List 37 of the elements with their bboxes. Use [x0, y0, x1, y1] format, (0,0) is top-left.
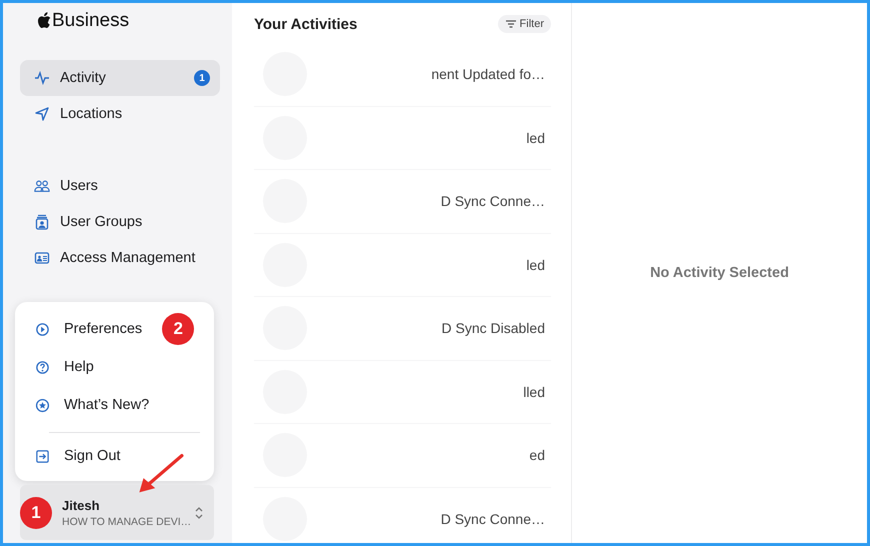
id-card-icon	[34, 250, 50, 266]
activity-title[interactable]: D Sync Disabled	[442, 320, 545, 336]
count-badge: 1	[194, 70, 210, 86]
menu-item[interactable]: Help	[35, 348, 200, 386]
app-title: Business	[52, 10, 130, 32]
activity-title[interactable]: led	[526, 256, 545, 273]
empty-state-text: No Activity Selected	[650, 265, 789, 281]
activity-title[interactable]: lled	[523, 384, 545, 400]
activity-title[interactable]: D Sync Conne…	[440, 510, 545, 527]
sidebar-item[interactable]: User Groups	[20, 204, 220, 240]
sidebar-item[interactable]: Users	[20, 168, 220, 204]
menu-item[interactable]: Preferences 2	[35, 310, 200, 348]
help-icon	[35, 360, 50, 374]
sidebar-item[interactable]: Locations	[20, 96, 220, 132]
menu-item[interactable]: What’s New?	[35, 386, 200, 424]
location-arrow-icon	[34, 106, 50, 122]
sign-out-icon	[35, 448, 50, 464]
step-number-badge: 2	[162, 313, 194, 345]
sidebar-item[interactable]: Access Management	[20, 240, 220, 276]
step-number-badge: 1	[20, 496, 52, 528]
chevron-up-down-icon	[194, 506, 204, 520]
filter-button[interactable]: Filter	[498, 15, 551, 33]
activity-title[interactable]: ed	[529, 447, 545, 464]
users-icon	[34, 178, 50, 194]
apple-logo-icon	[37, 12, 51, 29]
panel-title: Your Activities	[254, 16, 358, 32]
pulse-icon	[34, 70, 50, 86]
sidebar-item[interactable]: Activity 1	[20, 60, 220, 96]
group-badge-icon	[34, 214, 50, 230]
activity-title[interactable]: nent Updated fo…	[431, 66, 545, 82]
menu-item[interactable]: Sign Out	[35, 437, 200, 475]
organization-name: HOW TO MANAGE DEVI…	[62, 516, 192, 528]
filter-icon	[504, 19, 517, 29]
activity-title[interactable]: D Sync Conne…	[440, 193, 545, 210]
account-button[interactable]: 1 Jitesh HOW TO MANAGE DEVI…	[20, 485, 214, 540]
activity-title[interactable]: led	[526, 130, 545, 146]
account-name: Jitesh	[62, 498, 101, 512]
